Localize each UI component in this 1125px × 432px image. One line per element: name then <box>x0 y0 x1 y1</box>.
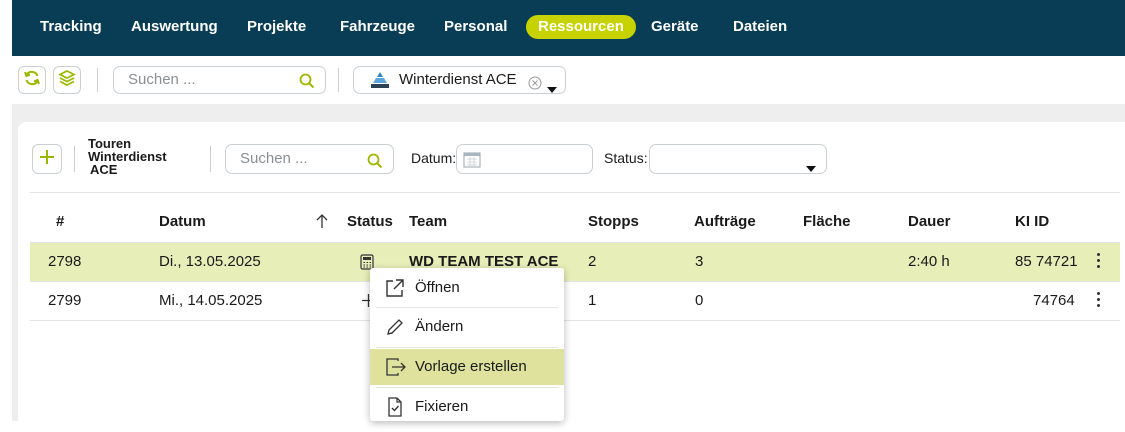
search-icon <box>299 72 315 98</box>
cell-stops: 2 <box>588 253 597 270</box>
column-header-duration[interactable]: Dauer <box>908 213 951 230</box>
menu-divider <box>376 307 558 308</box>
layers-icon <box>58 69 76 92</box>
panel-header-divider <box>30 192 1120 193</box>
menu-item-edit[interactable]: Ändern <box>370 309 564 345</box>
panel-search-placeholder: Suchen ... <box>240 150 308 167</box>
nav-item-personal[interactable]: Personal <box>444 16 507 38</box>
table-row[interactable]: 2799 Mi., 14.05.2025 1 0 74764 <box>30 282 1120 320</box>
menu-item-label: Öffnen <box>415 279 460 296</box>
document-check-icon <box>384 396 406 418</box>
panel-divider <box>74 146 75 172</box>
calendar-icon[interactable] <box>463 151 481 177</box>
date-input[interactable] <box>456 144 593 174</box>
menu-item-pin[interactable]: Fixieren <box>370 389 564 425</box>
top-navigation: Tracking Auswertung Projekte Fahrzeuge P… <box>0 0 1125 56</box>
column-header-area[interactable]: Fläche <box>803 213 851 230</box>
cell-stops: 1 <box>588 292 597 309</box>
chevron-down-icon[interactable] <box>806 156 816 182</box>
clear-icon[interactable] <box>528 73 542 99</box>
search-icon <box>367 151 383 179</box>
add-tour-button[interactable] <box>32 144 62 174</box>
cell-kid: 74764 <box>1033 292 1075 309</box>
nav-item-dateien[interactable]: Dateien <box>733 16 787 38</box>
cell-num: 2799 <box>48 292 82 309</box>
open-external-icon <box>384 277 406 299</box>
menu-item-label: Fixieren <box>415 398 469 415</box>
menu-divider <box>376 387 558 388</box>
sort-ascending-icon[interactable] <box>316 213 328 234</box>
cell-duration: 2:40 h <box>908 253 950 270</box>
column-header-kid[interactable]: KI ID <box>1015 213 1049 230</box>
toolbar-divider <box>338 68 339 92</box>
nav-item-auswertung[interactable]: Auswertung <box>131 16 218 38</box>
panel-title: Touren Winterdienst ACE <box>88 137 167 176</box>
cell-orders: 3 <box>695 253 704 270</box>
project-filter-select[interactable]: Winterdienst ACE <box>353 66 566 94</box>
column-header-num[interactable]: # <box>56 213 64 230</box>
template-export-icon <box>384 356 406 378</box>
menu-item-create-template[interactable]: Vorlage erstellen <box>370 349 564 385</box>
toolbar-divider <box>97 68 98 92</box>
menu-item-label: Ändern <box>415 318 464 335</box>
project-filter-value: Winterdienst ACE <box>399 71 517 88</box>
project-icon <box>370 71 390 98</box>
column-header-date[interactable]: Datum <box>159 213 206 230</box>
column-header-status[interactable]: Status <box>347 213 393 230</box>
menu-item-label: Vorlage erstellen <box>415 358 527 375</box>
row-menu-icon[interactable] <box>1097 292 1101 310</box>
nav-item-projekte[interactable]: Projekte <box>247 16 306 38</box>
nav-item-fahrzeuge[interactable]: Fahrzeuge <box>340 16 415 38</box>
cell-date: Mi., 14.05.2025 <box>159 292 263 309</box>
row-context-menu: Öffnen Ändern Vorlage erstellen Fixieren <box>370 268 564 421</box>
refresh-icon <box>23 69 41 92</box>
date-label: Datum: <box>411 150 457 166</box>
chevron-down-icon[interactable] <box>547 77 557 103</box>
pencil-icon <box>384 316 406 338</box>
panel-search-input[interactable]: Suchen ... <box>225 144 394 174</box>
nav-item-geraete[interactable]: Geräte <box>651 16 699 38</box>
search-placeholder: Suchen ... <box>128 71 196 88</box>
menu-divider <box>376 347 558 348</box>
cell-num: 2798 <box>48 253 82 270</box>
panel-divider <box>210 146 211 172</box>
column-header-stops[interactable]: Stopps <box>588 213 639 230</box>
layers-button[interactable] <box>53 66 81 94</box>
refresh-button[interactable] <box>18 66 46 94</box>
cell-orders: 0 <box>695 292 704 309</box>
plus-icon <box>39 149 55 170</box>
cell-date: Di., 13.05.2025 <box>159 253 261 270</box>
nav-item-tracking[interactable]: Tracking <box>40 16 102 38</box>
row-menu-icon[interactable] <box>1097 253 1101 271</box>
cell-kid: 85 74721 <box>1015 253 1078 270</box>
status-select[interactable] <box>649 144 827 174</box>
panel-title-line: ACE <box>90 162 118 177</box>
row-divider <box>30 320 1120 321</box>
search-input[interactable]: Suchen ... <box>113 66 326 94</box>
column-header-orders[interactable]: Aufträge <box>694 213 756 230</box>
toolbar: Suchen ... Winterdienst ACE <box>12 56 1125 104</box>
status-label: Status: <box>604 150 648 166</box>
menu-item-open[interactable]: Öffnen <box>370 270 564 306</box>
nav-item-ressourcen[interactable]: Ressourcen <box>526 15 636 39</box>
table-row[interactable]: 2798 Di., 13.05.2025 WD TEAM TEST ACE 2 … <box>30 243 1120 281</box>
column-header-team[interactable]: Team <box>409 213 447 230</box>
